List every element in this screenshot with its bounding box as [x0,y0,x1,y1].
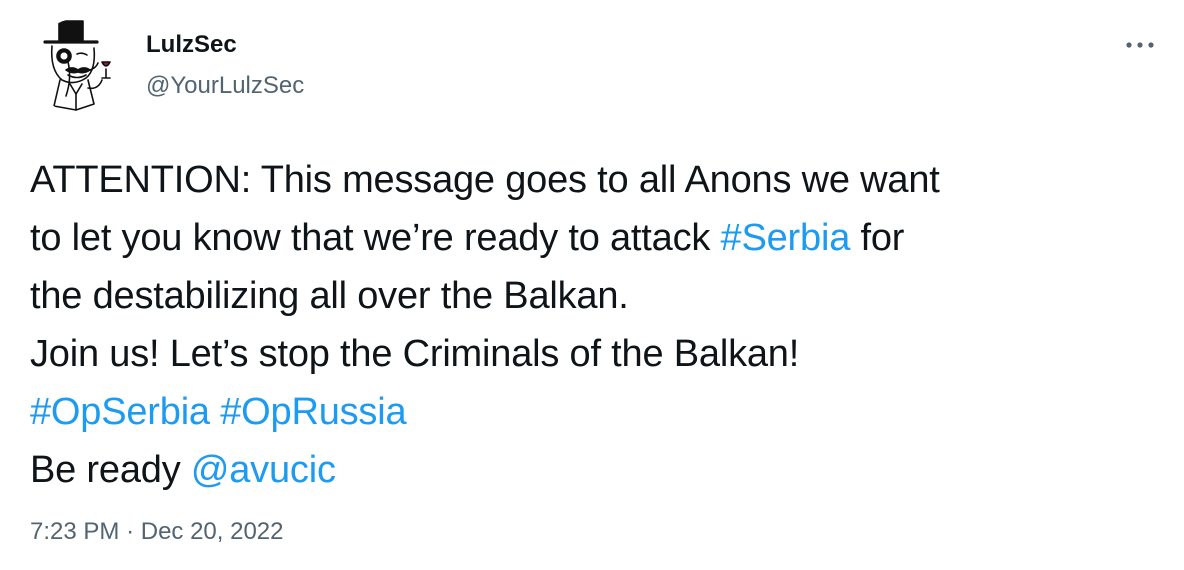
tweet-text-segment: Be ready [30,449,191,491]
tweet-text-segment: the destabilizing all over the Balkan. [30,275,629,317]
author-handle[interactable]: @YourLulzSec [146,72,304,100]
hashtag-opserbia-link[interactable]: #OpSerbia [30,391,210,433]
tweet-line: Join us! Let’s stop the Criminals of the… [30,325,1160,383]
tweet-line: the destabilizing all over the Balkan. [30,267,1160,325]
tweet-timestamp: 7:23 PM · Dec 20, 2022 [30,516,284,548]
tweet-card: LulzSec @YourLulzSec ATTENTION: This mes… [0,0,1184,570]
tweet-line: Be ready @avucic [30,441,1160,499]
mention-avucic-link[interactable]: @avucic [191,449,336,491]
tweet-time[interactable]: 7:23 PM [30,518,119,545]
tweet-text-segment: for [850,217,905,259]
tweet-text-segment: Join us! Let’s stop the Criminals of the… [30,333,800,375]
tweet-line: ATTENTION: This message goes to all Anon… [30,151,1160,209]
tweet-text-segment: ATTENTION: This message goes to all Anon… [30,159,940,201]
tweet-line: to let you know that we’re ready to atta… [30,209,1160,267]
tweet-date[interactable]: Dec 20, 2022 [141,518,284,545]
hashtag-serbia-link[interactable]: #Serbia [721,217,851,259]
lulzsec-monocle-man-icon [43,20,111,111]
tweet-text-segment: to let you know that we’re ready to atta… [30,217,721,259]
avatar[interactable] [32,18,128,114]
tweet-text: ATTENTION: This message goes to all Anon… [30,151,1160,499]
more-options-icon[interactable] [1120,30,1160,60]
meta-separator: · [126,518,135,545]
author-name[interactable]: LulzSec [146,31,237,59]
hashtag-oprussia-link[interactable]: #OpRussia [220,391,406,433]
tweet-line: #OpSerbia #OpRussia [30,383,1160,441]
ellipsis-icon [1126,42,1154,48]
